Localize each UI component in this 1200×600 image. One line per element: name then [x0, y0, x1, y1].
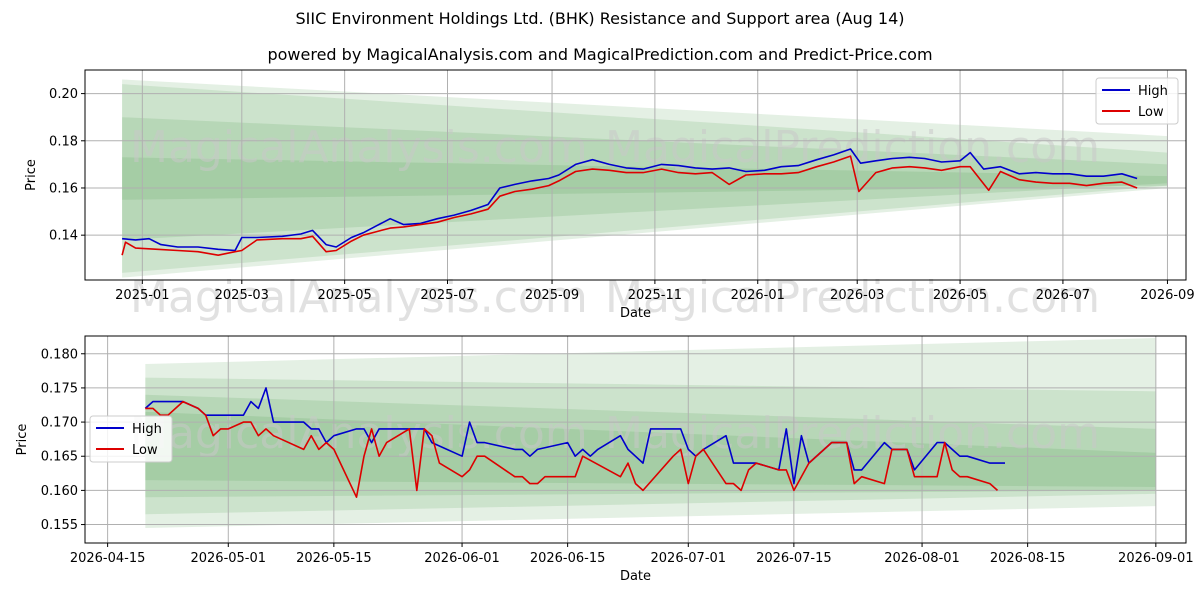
panel2-y-tick-label: 0.180	[41, 347, 78, 362]
panel1-x-tick-label: 2026-09	[1140, 288, 1194, 303]
panel1-x-tick-label: 2025-11	[628, 288, 682, 303]
panel1-y-tick-label: 0.16	[49, 181, 78, 196]
panel2-y-axis-label: Price	[15, 424, 30, 456]
panel1-x-tick-label: 2026-05	[933, 288, 987, 303]
panel2-y-tick-label: 0.175	[41, 381, 78, 396]
panel2-x-tick-label: 2026-04-15	[70, 551, 146, 566]
panel2-x-tick-label: 2026-06-15	[530, 551, 606, 566]
panel2-x-tick-label: 2026-09-01	[1118, 551, 1194, 566]
panel1-y-tick-label: 0.18	[49, 134, 78, 149]
panel1-x-tick-label: 2026-07	[1036, 288, 1090, 303]
panel1-x-tick-label: 2026-01	[731, 288, 785, 303]
panel2-x-axis-label: Date	[620, 569, 651, 584]
panel1-y-axis-label: Price	[24, 159, 39, 191]
panel1-x-tick-label: 2026-03	[830, 288, 884, 303]
panel2-y-tick-label: 0.170	[41, 416, 78, 431]
panel2-x-tick-label: 2026-05-01	[190, 551, 266, 566]
panel1-watermark-left-1: MagicalAnalysis.com	[130, 122, 588, 173]
panel2-legend-label-high: High	[132, 422, 162, 437]
panel1-x-tick-label: 2025-07	[420, 288, 474, 303]
chart-figure: MagicalAnalysis.com MagicalPrediction.com…	[15, 69, 1195, 584]
panel1-legend-label-low: Low	[1138, 105, 1164, 120]
panel2-x-tick-label: 2026-07-15	[756, 551, 832, 566]
panel2-x-tick-label: 2026-07-01	[651, 551, 727, 566]
panel2-x-tick-label: 2026-08-15	[990, 551, 1066, 566]
panel1-x-tick-label: 2025-05	[317, 288, 371, 303]
panel1-y-tick-label: 0.20	[49, 87, 78, 102]
panel2-watermark-left-1: MagicalAnalysis.com	[130, 408, 588, 459]
panel2-y-tick-label: 0.155	[41, 518, 78, 533]
panel2-y-tick-label: 0.165	[41, 450, 78, 465]
panel1-x-tick-label: 2025-01	[115, 288, 169, 303]
panel2-y-tick-label: 0.160	[41, 484, 78, 499]
panel2-x-tick-label: 2026-06-01	[424, 551, 500, 566]
panel1-y-tick-label: 0.14	[49, 229, 78, 244]
panel2-x-tick-label: 2026-05-15	[296, 551, 372, 566]
panel1-x-axis-label: Date	[620, 306, 651, 321]
panel2-legend-label-low: Low	[132, 443, 158, 458]
panel2-x-tick-label: 2026-08-01	[884, 551, 960, 566]
panel1-legend-label-high: High	[1138, 84, 1168, 99]
panel1-x-tick-label: 2025-09	[525, 288, 579, 303]
panel1-x-tick-label: 2025-03	[215, 288, 269, 303]
